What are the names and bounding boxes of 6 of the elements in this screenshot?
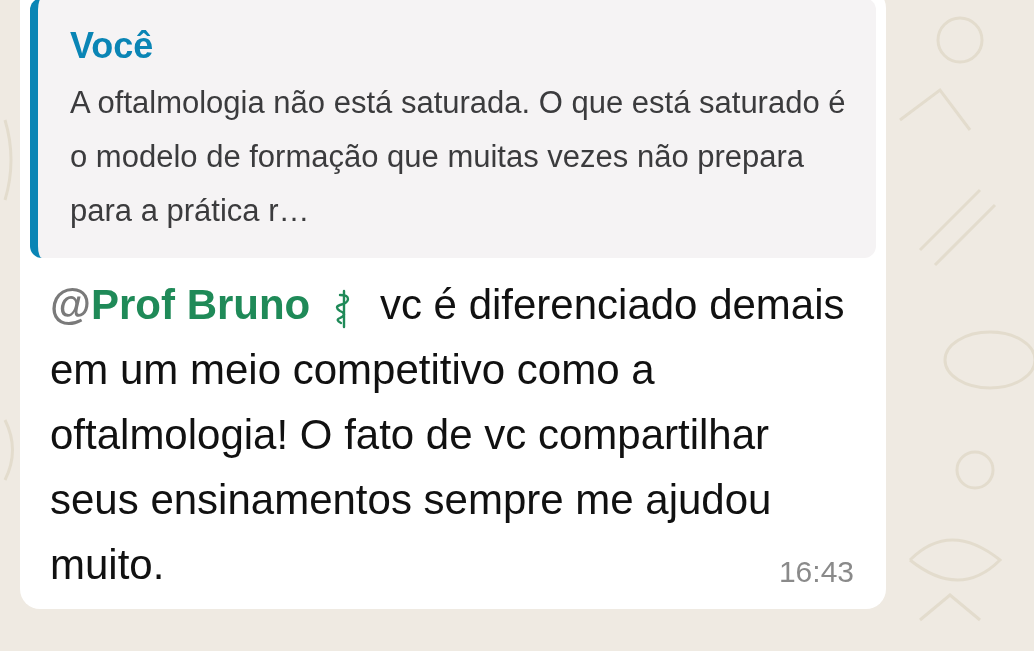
message-time: 16:43: [778, 554, 854, 590]
mention-link[interactable]: @Prof Bruno: [50, 281, 311, 328]
quote-sender: Você: [70, 24, 155, 68]
message-text: @Prof Bruno vc é diferenciado demais em um meio competitivo como a oftalmologia! O fato de vc compartilhar seus ensinamentos sempre me ajudou muito. 16:43: [50, 272, 854, 597]
quote-text: A oftalmologia não está saturada. O que está saturado é o modelo de formação que muitas vezes não prepara para a prática r…: [70, 84, 847, 230]
quoted-message[interactable]: Você A oftalmologia não está saturada. O que está saturado é o modelo de formação que muitas vezes não prepara para a prática r…: [30, 0, 876, 258]
